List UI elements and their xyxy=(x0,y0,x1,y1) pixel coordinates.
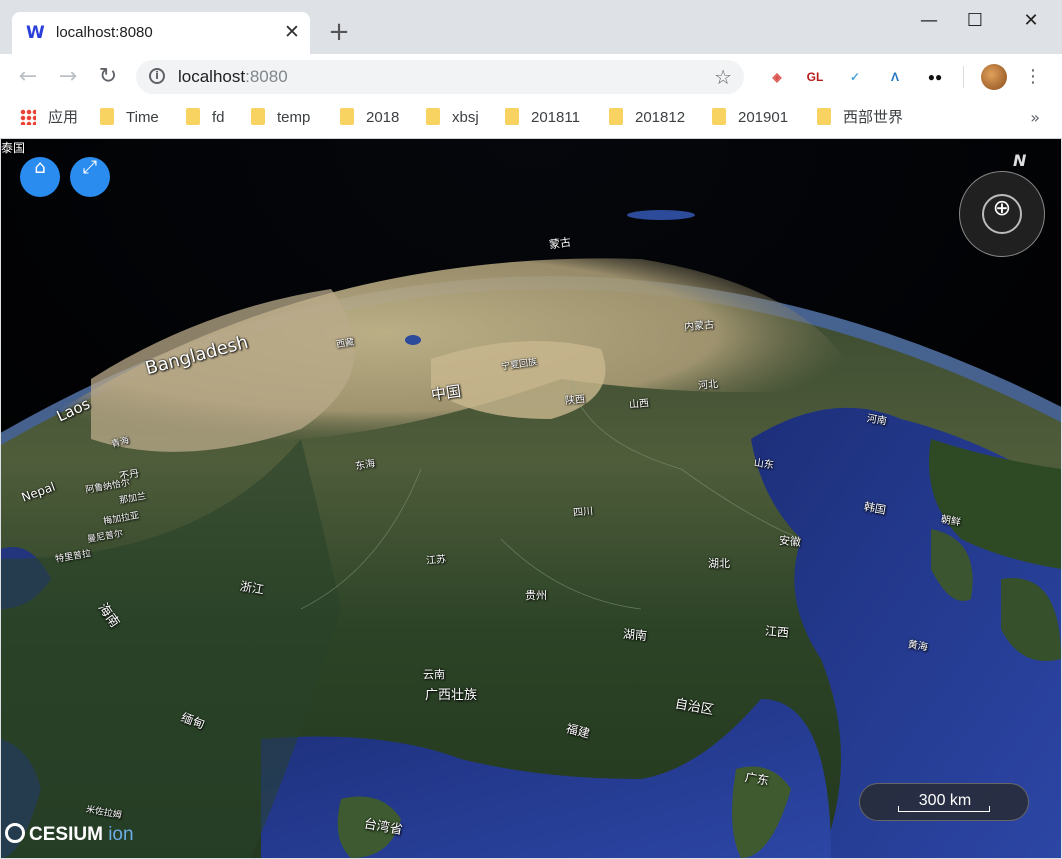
bookmark-folder[interactable]: fd xyxy=(186,108,225,128)
browser-menu-icon[interactable]: ⋮ xyxy=(1024,64,1042,90)
profile-avatar[interactable] xyxy=(981,64,1007,90)
bookmark-folder[interactable]: 2018 xyxy=(340,108,399,128)
fullscreen-button[interactable]: ⤢ xyxy=(70,157,110,197)
bookmark-folder[interactable]: 201812 xyxy=(609,108,685,128)
home-button[interactable]: ⌂ xyxy=(20,157,60,197)
bookmark-apps[interactable]: 应用 xyxy=(20,108,78,128)
map-place-label: 湖北 xyxy=(708,557,730,570)
folder-icon xyxy=(251,108,265,125)
navigation-compass[interactable]: ⊕ xyxy=(959,171,1045,257)
apps-grid-icon xyxy=(20,109,36,125)
map-place-label: 四川 xyxy=(572,506,594,519)
compass-north-label: N xyxy=(1013,151,1027,170)
cube-extension-icon[interactable]: ◈ xyxy=(765,65,789,89)
map-place-label: 黄海 xyxy=(906,639,929,654)
bookmark-folder[interactable]: 西部世界 xyxy=(817,108,903,128)
map-place-label: 广西壮族 xyxy=(425,688,478,703)
map-place-label: 河南 xyxy=(865,413,888,428)
globe-orbit-icon[interactable]: ⊕ xyxy=(982,194,1022,234)
maximize-window-button[interactable]: ☐ xyxy=(952,8,998,34)
tab-strip: W localhost:8080 ✕ + — ☐ ✕ xyxy=(0,0,1062,54)
site-favicon-icon: W xyxy=(26,23,45,43)
folder-icon xyxy=(817,108,831,125)
cesium-ion-logo[interactable]: CESIUM ion xyxy=(5,823,134,847)
cesium-ring-icon xyxy=(5,823,25,843)
bookmark-folder[interactable]: Time xyxy=(100,108,159,128)
bookmark-folder[interactable]: 201811 xyxy=(505,108,580,128)
map-place-label: 朝鲜 xyxy=(939,514,962,529)
forward-arrow-icon[interactable]: → xyxy=(53,62,83,92)
cesium-globe-viewer[interactable]: 蒙古 内蒙古 宁夏回族 中国 陕西 山西 河北 山东 河南 朝鲜 韩国 黄海 东海 四川 湖北 安徽 江苏 贵州湖… xyxy=(1,139,1061,858)
folder-icon xyxy=(100,108,114,125)
folder-icon xyxy=(712,108,726,125)
folder-icon xyxy=(609,108,623,125)
toolbar-divider xyxy=(963,66,964,88)
site-info-icon[interactable]: i xyxy=(149,68,165,84)
close-window-button[interactable]: ✕ xyxy=(1008,8,1054,34)
scale-bar xyxy=(898,806,990,812)
bookmark-folder[interactable]: xbsj xyxy=(426,108,479,128)
map-place-label: 贵州 xyxy=(525,589,547,602)
map-place-label: 陕西 xyxy=(564,394,586,407)
minimize-window-button[interactable]: — xyxy=(906,8,952,34)
browser-tab[interactable]: W localhost:8080 ✕ xyxy=(12,12,310,54)
bookmarks-overflow-icon[interactable]: » xyxy=(1030,108,1040,127)
check-extension-icon[interactable]: ✓ xyxy=(843,65,867,89)
folder-icon xyxy=(426,108,440,125)
url-text[interactable]: localhost:8080 xyxy=(178,67,288,87)
owl-extension-icon[interactable]: ●● xyxy=(923,65,947,89)
map-place-label: 湖南 xyxy=(622,626,648,644)
map-place-label: 内蒙古 xyxy=(683,319,715,334)
map-place-label: 云南 xyxy=(423,668,445,681)
browser-toolbar: ← → ↻ i localhost:8080 ☆ ◈ GL ✓ Λ ●● ⋮ xyxy=(0,54,1062,100)
folder-icon xyxy=(505,108,519,125)
map-place-label: 蒙古 xyxy=(548,235,572,252)
globe-imagery xyxy=(1,139,1061,858)
address-bar[interactable]: i localhost:8080 ☆ xyxy=(136,60,744,94)
bookmark-star-icon[interactable]: ☆ xyxy=(714,64,732,90)
bookmarks-bar: 应用 Time fd temp 2018 xbsj 201811 201812 201901 西… xyxy=(0,100,1062,139)
folder-icon xyxy=(186,108,200,125)
close-tab-icon[interactable]: ✕ xyxy=(280,20,304,44)
map-place-label: 江西 xyxy=(764,623,790,641)
folder-icon xyxy=(340,108,354,125)
map-place-label: 山东 xyxy=(753,457,775,472)
bookmark-folder[interactable]: 201901 xyxy=(712,108,788,128)
back-arrow-icon[interactable]: ← xyxy=(13,62,43,92)
distance-legend: 300 km xyxy=(859,783,1029,821)
map-place-label: 江苏 xyxy=(425,554,447,567)
reload-icon[interactable]: ↻ xyxy=(93,62,123,92)
browser-chrome: W localhost:8080 ✕ + — ☐ ✕ ← → ↻ i local… xyxy=(0,0,1062,139)
gl-extension-icon[interactable]: GL xyxy=(803,65,827,89)
tab-title: localhost:8080 xyxy=(56,24,153,41)
new-tab-button[interactable]: + xyxy=(325,18,353,46)
map-place-label: 中国 xyxy=(429,381,463,404)
lambda-extension-icon[interactable]: Λ xyxy=(883,65,907,89)
map-place-label: 河北 xyxy=(697,379,719,392)
map-place-label: 安徽 xyxy=(778,534,802,549)
map-place-label: 泰国 xyxy=(1,141,26,155)
map-place-label: 山西 xyxy=(628,398,650,411)
bookmark-folder[interactable]: temp xyxy=(251,108,310,128)
